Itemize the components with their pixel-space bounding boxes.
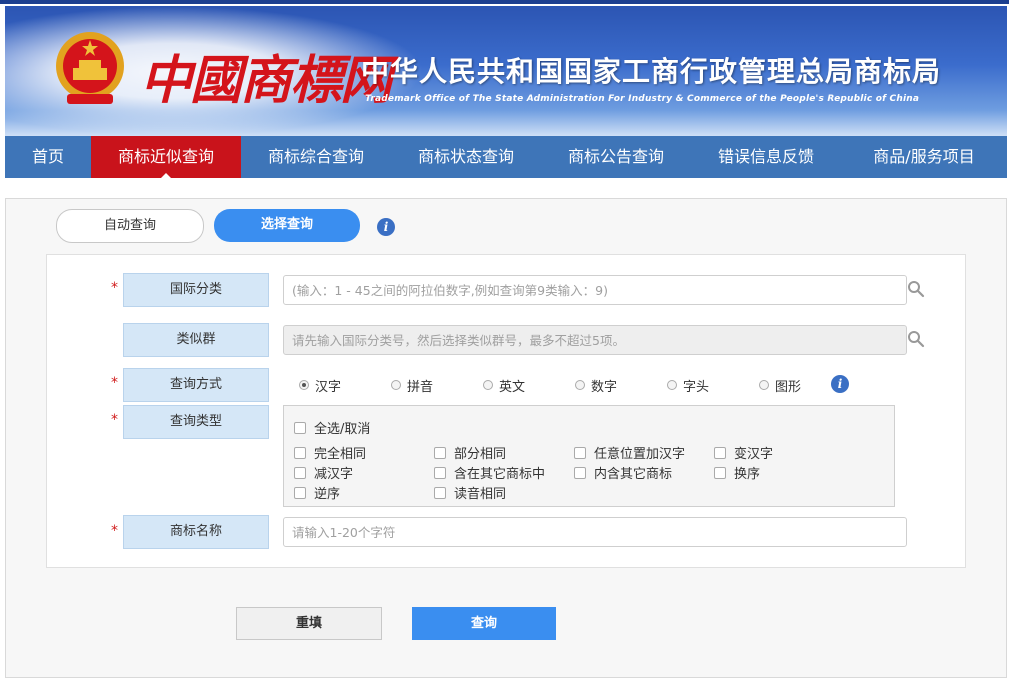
radio-label: 图形 <box>775 379 802 395</box>
checkbox-change-hanzi[interactable]: 变汉字 <box>714 443 773 462</box>
query-method-radios: 汉字 拼音 英文 数字 字头 图形 <box>299 375 829 395</box>
checkbox-label: 减汉字 <box>314 467 354 482</box>
required-mark: * <box>111 523 118 539</box>
banner-subtitle: Trademark Office of The State Administra… <box>365 94 920 104</box>
query-type-box: 全选/取消 完全相同 部分相同 任意位置加汉字 变汉字 减汉字 含在其它商标中 … <box>283 405 895 507</box>
nav-goods-services[interactable]: 商品/服务项目 <box>841 136 1007 178</box>
intl-class-label: 国际分类 <box>123 273 269 307</box>
radio-dot[interactable] <box>483 380 493 390</box>
similar-group-input[interactable] <box>283 325 907 355</box>
radio-label: 英文 <box>499 379 526 395</box>
nav-comprehensive-search[interactable]: 商标综合查询 <box>241 136 391 178</box>
checkbox-contained-in-other[interactable]: 含在其它商标中 <box>434 463 545 482</box>
checkbox[interactable] <box>714 446 726 459</box>
required-mark: * <box>111 375 118 391</box>
trademark-name-input[interactable] <box>283 517 907 547</box>
radio-label: 拼音 <box>407 379 434 395</box>
top-border <box>0 0 1009 4</box>
tab-auto-query[interactable]: 自动查询 <box>56 209 204 243</box>
checkbox-label: 部分相同 <box>454 447 507 462</box>
radio-graphic[interactable]: 图形 <box>759 376 829 395</box>
info-icon[interactable]: i <box>831 375 849 393</box>
checkbox-label: 读音相同 <box>454 487 507 502</box>
checkbox[interactable] <box>294 466 306 479</box>
search-panel: 自动查询 选择查询 i * 国际分类 类似群 * 查询方式 汉字 拼音 英文 数… <box>5 198 1007 678</box>
required-mark: * <box>111 412 118 428</box>
checkbox[interactable] <box>714 466 726 479</box>
checkbox-label: 变汉字 <box>734 447 774 462</box>
radio-hanzi[interactable]: 汉字 <box>299 376 391 395</box>
nav-error-feedback[interactable]: 错误信息反馈 <box>691 136 841 178</box>
radio-initial[interactable]: 字头 <box>667 376 759 395</box>
radio-label: 数字 <box>591 379 618 395</box>
checkbox-remove-hanzi[interactable]: 减汉字 <box>294 463 353 482</box>
radio-number[interactable]: 数字 <box>575 376 667 395</box>
search-icon[interactable] <box>907 330 925 348</box>
checkbox-label: 逆序 <box>314 487 341 502</box>
checkbox-exact-match[interactable]: 完全相同 <box>294 443 366 462</box>
checkbox-label: 换序 <box>734 467 761 482</box>
checkbox-select-all[interactable]: 全选/取消 <box>294 418 370 437</box>
main-nav: 首页 商标近似查询 商标综合查询 商标状态查询 商标公告查询 错误信息反馈 商品… <box>5 136 1007 178</box>
checkbox-label: 含在其它商标中 <box>454 467 546 482</box>
radio-label: 字头 <box>683 379 710 395</box>
similar-group-label: 类似群 <box>123 323 269 357</box>
site-logo-text: 中國商標网 <box>140 50 392 111</box>
search-form: * 国际分类 类似群 * 查询方式 汉字 拼音 英文 数字 字头 图形 i * … <box>46 254 966 568</box>
nav-announcement-search[interactable]: 商标公告查询 <box>541 136 691 178</box>
checkbox-same-pronunciation[interactable]: 读音相同 <box>434 483 506 502</box>
header-banner: 中國商標网 中华人民共和国国家工商行政管理总局商标局 Trademark Off… <box>5 6 1007 136</box>
checkbox-contains-other[interactable]: 内含其它商标 <box>574 463 672 482</box>
trademark-name-label: 商标名称 <box>123 515 269 549</box>
required-mark: * <box>111 280 118 296</box>
checkbox-reverse-order[interactable]: 逆序 <box>294 483 340 502</box>
intl-class-input[interactable] <box>283 275 907 305</box>
radio-pinyin[interactable]: 拼音 <box>391 376 483 395</box>
banner-title: 中华人民共和国国家工商行政管理总局商标局 <box>361 55 942 88</box>
radio-dot[interactable] <box>575 380 585 390</box>
info-icon[interactable]: i <box>377 218 395 236</box>
radio-label: 汉字 <box>315 379 342 395</box>
nav-status-search[interactable]: 商标状态查询 <box>391 136 541 178</box>
reset-button[interactable]: 重填 <box>236 607 382 640</box>
radio-dot[interactable] <box>391 380 401 390</box>
checkbox[interactable] <box>434 446 446 459</box>
radio-dot[interactable] <box>667 380 677 390</box>
checkbox[interactable] <box>294 421 306 434</box>
checkbox[interactable] <box>574 446 586 459</box>
checkbox-label: 内含其它商标 <box>594 467 673 482</box>
nav-home[interactable]: 首页 <box>5 136 91 178</box>
radio-dot[interactable] <box>299 380 309 390</box>
checkbox[interactable] <box>434 486 446 499</box>
tab-select-query[interactable]: 选择查询 <box>214 209 360 242</box>
query-type-label: 查询类型 <box>123 405 269 439</box>
checkbox[interactable] <box>294 486 306 499</box>
query-button[interactable]: 查询 <box>412 607 556 640</box>
radio-english[interactable]: 英文 <box>483 376 575 395</box>
query-method-label: 查询方式 <box>123 368 269 402</box>
checkbox[interactable] <box>574 466 586 479</box>
checkbox[interactable] <box>434 466 446 479</box>
checkbox-add-hanzi[interactable]: 任意位置加汉字 <box>574 443 685 462</box>
checkbox-label: 完全相同 <box>314 447 367 462</box>
checkbox[interactable] <box>294 446 306 459</box>
checkbox-label: 任意位置加汉字 <box>594 447 686 462</box>
radio-dot[interactable] <box>759 380 769 390</box>
search-icon[interactable] <box>907 280 925 298</box>
checkbox-label: 全选/取消 <box>314 422 371 437</box>
nav-similar-search[interactable]: 商标近似查询 <box>91 136 241 178</box>
checkbox-reorder[interactable]: 换序 <box>714 463 760 482</box>
checkbox-partial-match[interactable]: 部分相同 <box>434 443 506 462</box>
national-emblem-icon <box>56 32 124 104</box>
